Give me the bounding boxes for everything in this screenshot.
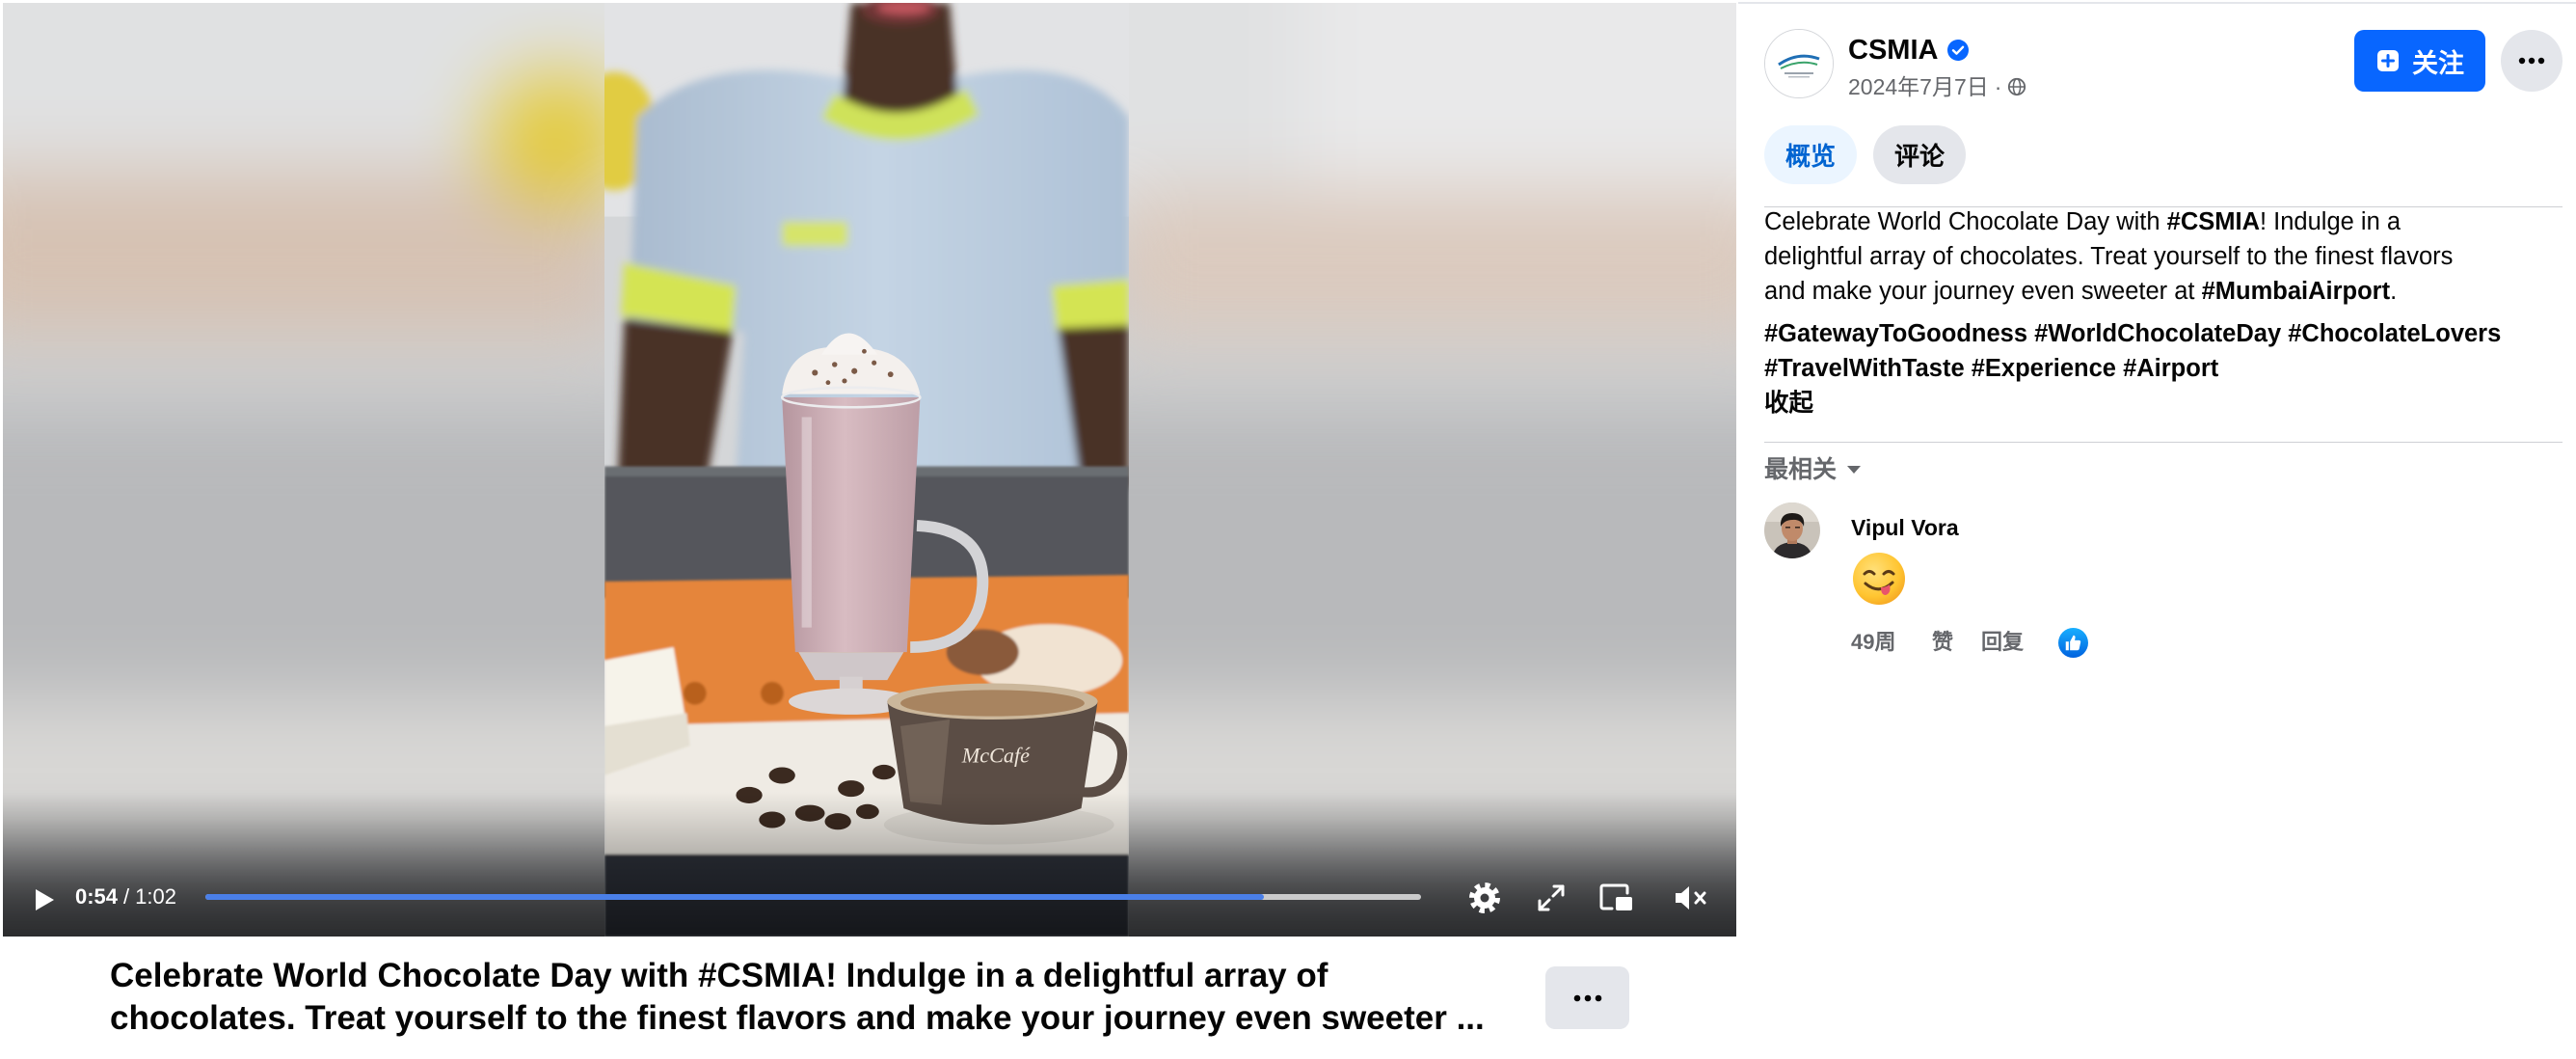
- hashtag-line: #TravelWithTaste #Experience #Airport: [1764, 351, 2501, 386]
- settings-button[interactable]: [1465, 879, 1504, 917]
- comment-like-button[interactable]: 赞: [1932, 629, 1953, 656]
- meta-separator: ·: [1994, 74, 2002, 99]
- fullscreen-button[interactable]: [1532, 879, 1570, 917]
- comment-sort-dropdown[interactable]: 最相关: [1764, 453, 1862, 486]
- hashtag-link[interactable]: #MumbaiAirport: [2202, 278, 2391, 305]
- follow-icon: [2377, 50, 2399, 71]
- progress-bar[interactable]: [205, 894, 1421, 900]
- follow-button[interactable]: 关注: [2354, 30, 2485, 92]
- play-button[interactable]: [30, 884, 59, 915]
- face-savoring-food-emoji-icon: [1851, 551, 1907, 607]
- picture-in-picture-icon: [1599, 883, 1632, 910]
- fullscreen-icon: [1538, 884, 1565, 911]
- comments-divider: [1764, 442, 2563, 443]
- hashtag-line: #GatewayToGoodness #WorldChocolateDay #C…: [1764, 316, 2501, 351]
- time-display: 0:54/1:02: [75, 882, 176, 911]
- panel-top-border: [1738, 2, 2576, 4]
- tab-overview[interactable]: 概览: [1764, 125, 1857, 184]
- post-date[interactable]: 2024年7月7日: [1848, 72, 1989, 101]
- sort-label: 最相关: [1764, 456, 1838, 483]
- caption-line: Celebrate World Chocolate Day with #CSMI…: [110, 957, 1328, 994]
- description-line: Celebrate World Chocolate Day with #CSMI…: [1764, 204, 2453, 239]
- commenter-avatar[interactable]: [1764, 502, 1820, 558]
- settings-gear-icon: [1469, 882, 1500, 913]
- hashtag-link[interactable]: #TravelWithTaste: [1764, 355, 1965, 382]
- follow-label: 关注: [2412, 48, 2464, 78]
- hashtag-link[interactable]: #CSMIA: [2167, 208, 2260, 235]
- comment-author[interactable]: Vipul Vora: [1851, 514, 1959, 541]
- description-text: and make your journey even sweeter at: [1764, 278, 2202, 305]
- mute-button[interactable]: [1671, 879, 1711, 917]
- volume-muted-icon: [1676, 886, 1706, 910]
- description-text: ! Indulge in a: [2260, 208, 2402, 235]
- panel-divider: [1764, 206, 2563, 207]
- more-horizontal-icon: [2518, 57, 2545, 65]
- caption-more-button[interactable]: [1545, 966, 1629, 1029]
- page-title-row: CSMIA: [1848, 33, 1970, 68]
- description-text: delightful array of chocolates. Treat yo…: [1764, 243, 2454, 270]
- post-description: Celebrate World Chocolate Day with #CSMI…: [1764, 204, 2453, 309]
- more-horizontal-icon: [1573, 994, 1601, 1001]
- page-name[interactable]: CSMIA: [1848, 33, 1938, 68]
- caption-line: chocolates. Treat yourself to the finest…: [110, 999, 1485, 1037]
- commenter-photo: [1764, 502, 1820, 558]
- hashtag-link[interactable]: #Experience: [1972, 355, 2116, 382]
- play-icon: [36, 889, 54, 910]
- csmia-logo-icon: [1765, 30, 1833, 97]
- description-line: delightful array of chocolates. Treat yo…: [1764, 239, 2453, 274]
- collapse-link[interactable]: 收起: [1764, 386, 1813, 421]
- hashtag-list: #GatewayToGoodness #WorldChocolateDay #C…: [1764, 316, 2501, 386]
- cup-logo: McCafé: [961, 743, 1031, 767]
- verified-badge-icon: [1947, 40, 1970, 61]
- progress-fill: [205, 894, 1265, 900]
- video-caption: Celebrate World Chocolate Day with #CSMI…: [110, 955, 1485, 1040]
- hashtag-link[interactable]: #ChocolateLovers: [2288, 320, 2501, 347]
- comment-age[interactable]: 49周: [1851, 629, 1895, 656]
- tab-comments[interactable]: 评论: [1873, 125, 1966, 184]
- post-meta: 2024年7月7日 ·: [1848, 72, 2026, 101]
- comment-reply-button[interactable]: 回复: [1981, 629, 2024, 656]
- hashtag-link[interactable]: #GatewayToGoodness: [1764, 320, 2027, 347]
- picture-in-picture-button[interactable]: [1597, 879, 1637, 917]
- video-player[interactable]: McCafé 0:54/1:02: [3, 3, 1736, 937]
- like-icon[interactable]: [2058, 628, 2088, 658]
- duration: 1:02: [135, 884, 176, 909]
- description-text: .: [2390, 278, 2398, 305]
- post-more-button[interactable]: [2501, 30, 2563, 92]
- hashtag-link[interactable]: #WorldChocolateDay: [2034, 320, 2281, 347]
- description-text: Celebrate World Chocolate Day with: [1764, 208, 2167, 235]
- hashtag-link[interactable]: #Airport: [2123, 355, 2218, 382]
- time-separator: /: [123, 884, 130, 909]
- current-time: 0:54: [75, 884, 119, 909]
- caret-down-icon: [1847, 466, 1862, 474]
- page-avatar[interactable]: [1764, 29, 1834, 98]
- description-line: and make your journey even sweeter at #M…: [1764, 274, 2453, 309]
- globe-icon: [2008, 77, 2026, 96]
